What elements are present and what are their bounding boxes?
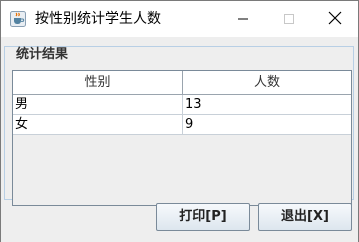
content-panel: 统计结果 性别 人数 男 13 女 9 打印[P] 退出[X] [1, 37, 358, 242]
window-title: 按性别统计学生人数 [35, 11, 161, 27]
table-row[interactable]: 男 13 [13, 95, 351, 115]
dialog-window: 按性别统计学生人数 统计结果 性别 人数 男 13 女 9 打印[P] 退出[X… [0, 0, 359, 242]
title-bar[interactable]: 按性别统计学生人数 [1, 1, 358, 37]
print-button[interactable]: 打印[P] [156, 203, 250, 231]
close-button[interactable] [312, 1, 358, 37]
java-cup-icon [10, 11, 26, 27]
table-cell-gender[interactable]: 女 [13, 115, 183, 134]
stats-group: 统计结果 性别 人数 男 13 女 9 [4, 46, 354, 206]
column-header-count[interactable]: 人数 [183, 71, 351, 94]
column-header-gender[interactable]: 性别 [13, 71, 183, 94]
table-row[interactable]: 女 9 [13, 115, 351, 135]
stats-table[interactable]: 性别 人数 男 13 女 9 [12, 70, 352, 206]
table-cell-count[interactable]: 9 [183, 115, 351, 134]
group-title: 统计结果 [15, 47, 70, 62]
maximize-button[interactable] [266, 1, 312, 37]
table-cell-count[interactable]: 13 [183, 95, 351, 114]
maximize-icon [283, 10, 295, 29]
table-cell-gender[interactable]: 男 [13, 95, 183, 114]
table-header: 性别 人数 [13, 71, 351, 95]
exit-button[interactable]: 退出[X] [258, 203, 352, 231]
close-icon [328, 10, 342, 29]
minimize-button[interactable] [220, 1, 266, 37]
minimize-icon [237, 10, 249, 29]
